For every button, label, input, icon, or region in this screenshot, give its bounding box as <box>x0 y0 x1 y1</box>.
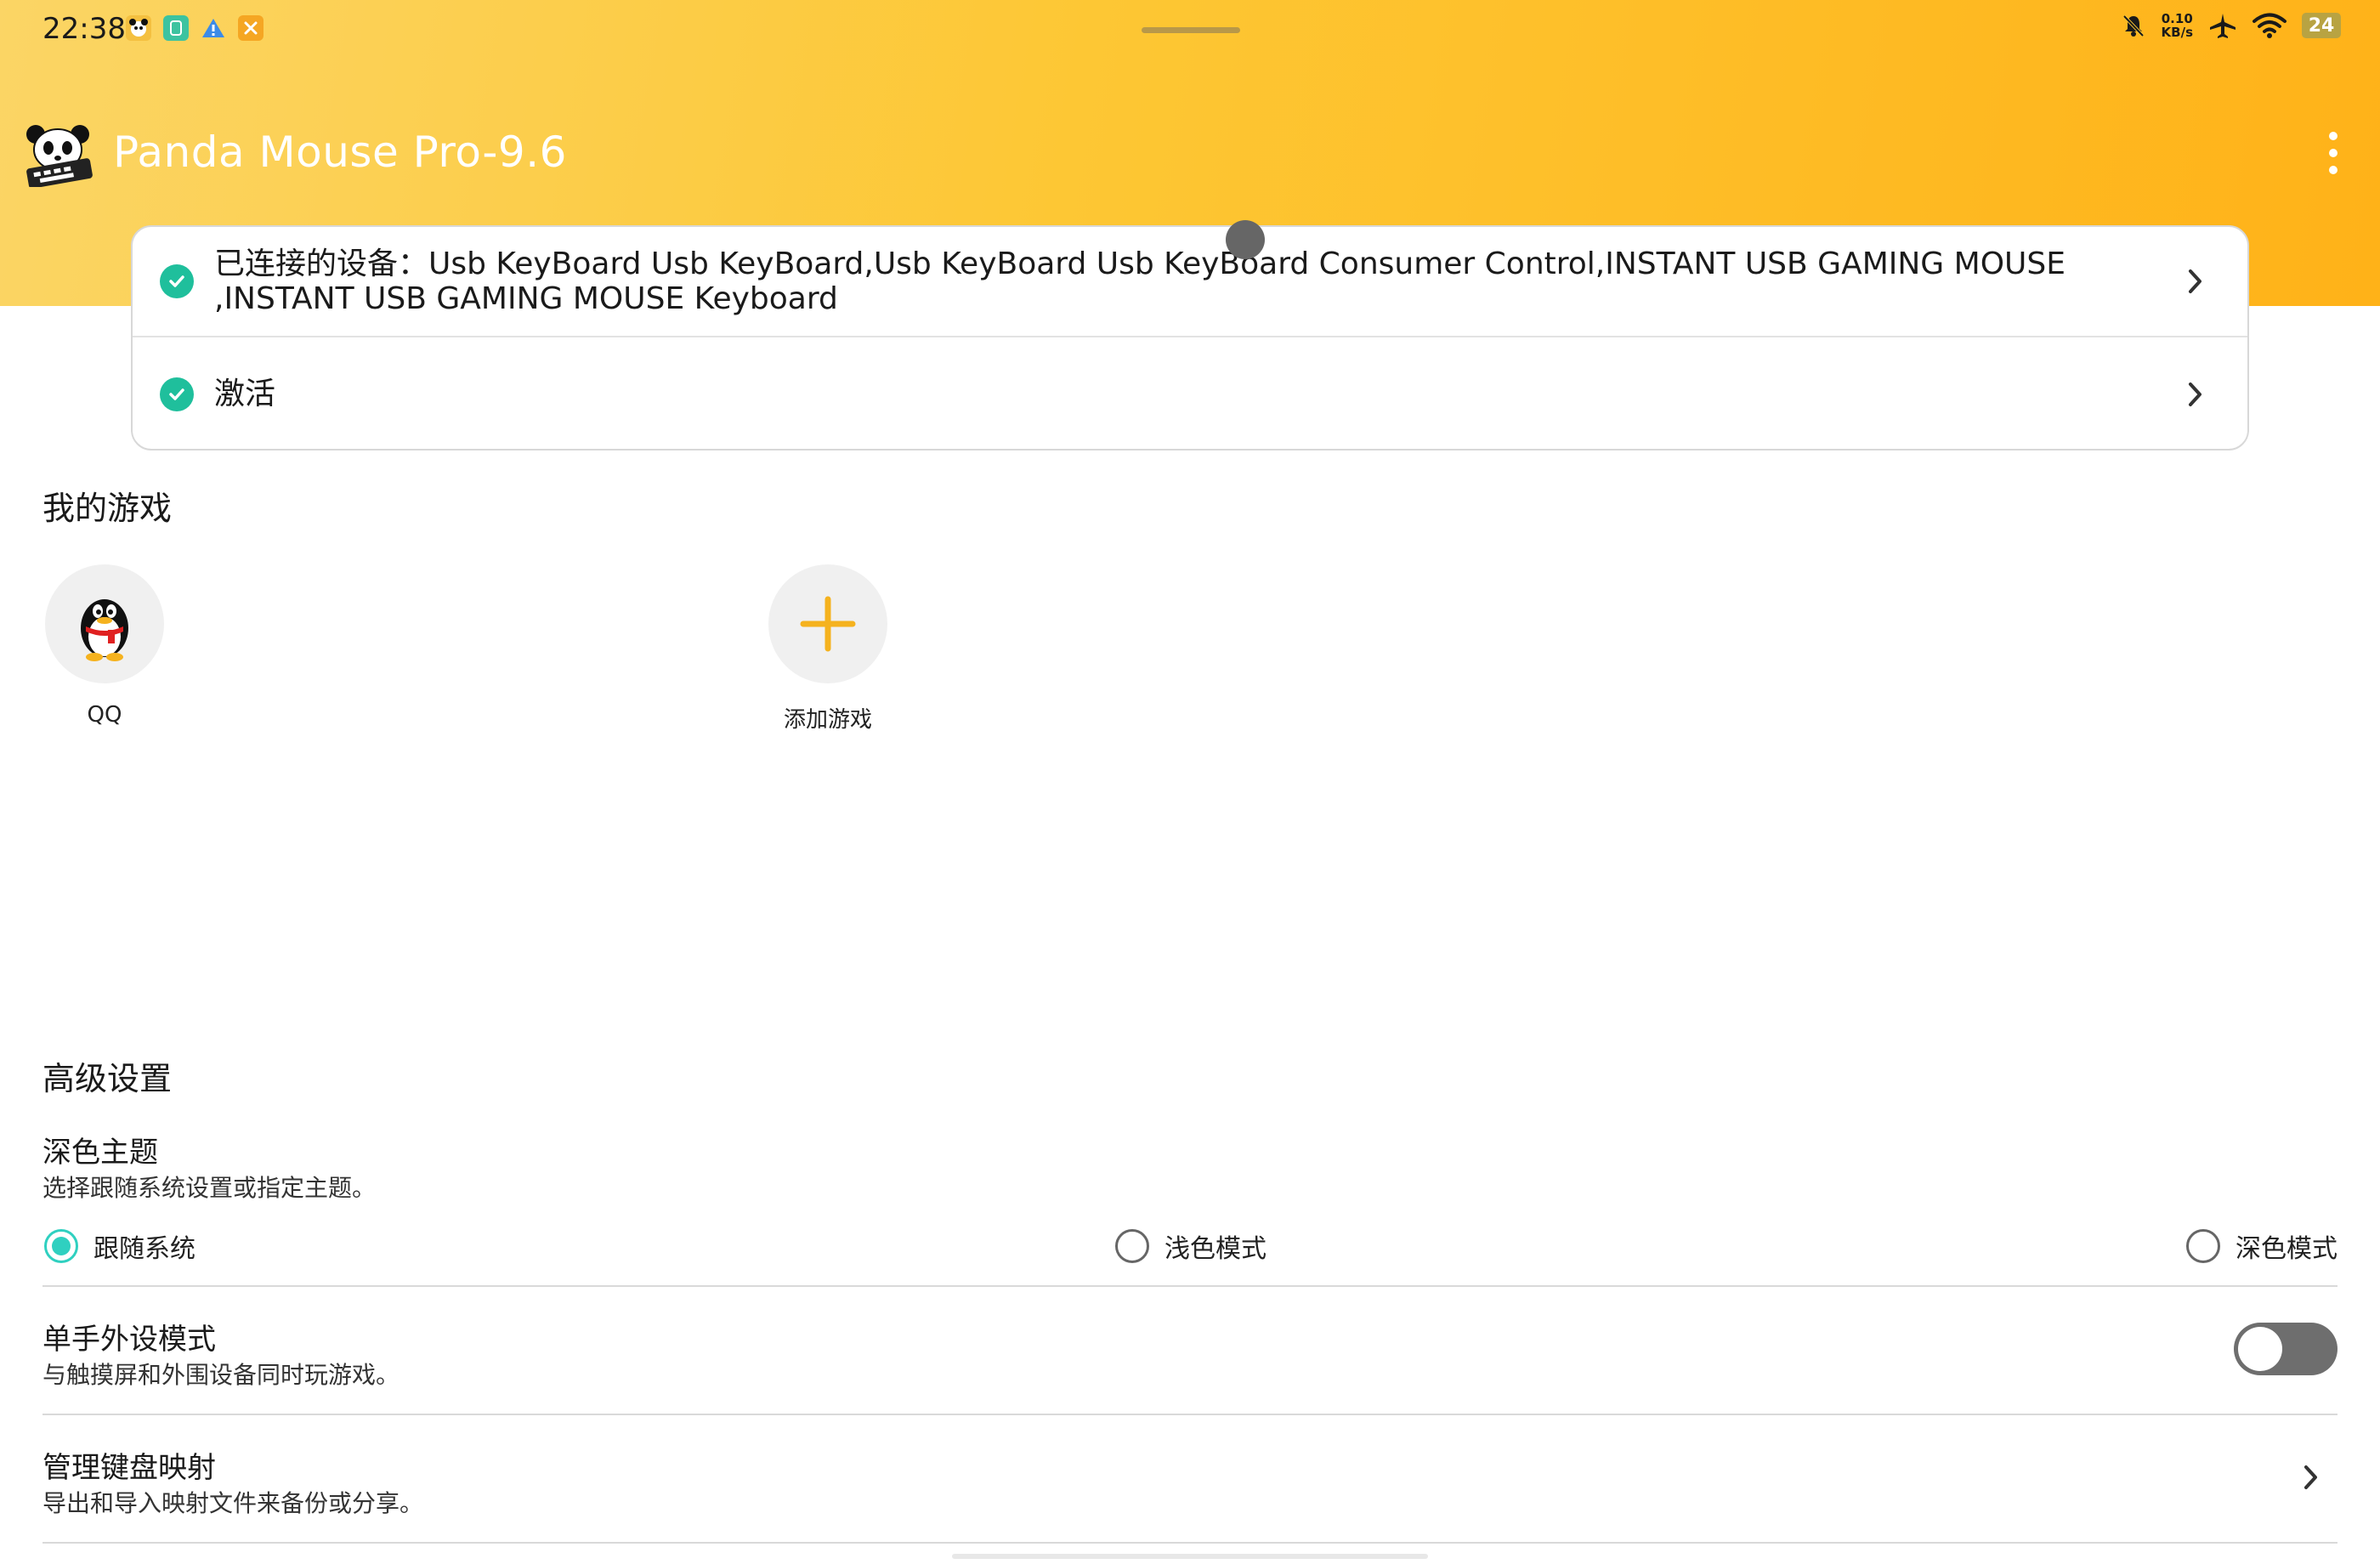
qq-penguin-icon <box>81 599 128 661</box>
battery-icon: 24 <box>2302 13 2341 38</box>
status-time: 22:38 <box>42 12 126 46</box>
status-right-icons: 0.10 KB/s 24 <box>2121 12 2341 39</box>
one-hand-mode-description: 与触摸屏和外围设备同时玩游戏。 <box>42 1361 400 1389</box>
theme-option-follow-system[interactable]: 跟随系统 <box>44 1227 196 1265</box>
network-speed: 0.10 KB/s <box>2162 12 2193 39</box>
connected-devices-text: 已连接的设备：Usb KeyBoard Usb KeyBoard,Usb Key… <box>214 246 2066 316</box>
chevron-right-icon <box>2189 269 2202 293</box>
theme-option-dark[interactable]: 深色模式 <box>2186 1227 2338 1265</box>
theme-option-light[interactable]: 浅色模式 <box>1115 1227 1266 1265</box>
touch-cursor <box>1226 220 1265 259</box>
status-notification-icons <box>126 15 264 41</box>
game-label: 添加游戏 <box>783 707 872 733</box>
manage-keymap-description: 导出和导入映射文件来备份或分享。 <box>42 1489 424 1517</box>
connected-devices-row[interactable]: 已连接的设备：Usb KeyBoard Usb KeyBoard,Usb Key… <box>133 227 2247 337</box>
mute-bell-icon <box>2122 14 2144 37</box>
divider <box>42 1285 2338 1287</box>
net-speed-unit: KB/s <box>2161 25 2193 40</box>
radio-unselected-icon <box>1115 1229 1149 1263</box>
status-bar: 22:38 0.10 KB/s 24 <box>0 0 2380 61</box>
home-indicator <box>952 1554 1428 1559</box>
warning-icon <box>201 15 226 41</box>
advanced-settings-title: 高级设置 <box>42 1060 173 1097</box>
divider <box>42 1414 2338 1415</box>
game-label: QQ <box>87 702 122 728</box>
my-games-title: 我的游戏 <box>42 490 173 527</box>
window-drag-handle[interactable] <box>1142 27 1240 33</box>
manage-keymap-title: 管理键盘映射 <box>42 1451 216 1485</box>
tools-icon <box>238 15 264 41</box>
divider <box>42 1542 2338 1544</box>
wifi-icon <box>2252 13 2286 38</box>
chevron-right-icon <box>2304 1465 2317 1489</box>
device-status-card: 已连接的设备：Usb KeyBoard Usb KeyBoard,Usb Key… <box>131 225 2249 450</box>
net-speed-value: 0.10 <box>2161 11 2193 26</box>
phone-manager-icon <box>163 15 189 41</box>
panda-app-icon <box>126 15 151 41</box>
toggle-knob <box>2238 1327 2282 1371</box>
app-title: Panda Mouse Pro-9.6 <box>113 128 567 177</box>
add-icon <box>800 596 856 652</box>
activation-text: 激活 <box>214 377 276 411</box>
dark-theme-description: 选择跟随系统设置或指定主题。 <box>42 1174 377 1202</box>
theme-option-label: 深色模式 <box>2236 1234 2338 1264</box>
check-circle-icon <box>160 264 194 298</box>
panda-keyboard-logo <box>26 125 93 187</box>
activation-row[interactable]: 激活 <box>133 337 2247 450</box>
game-tile-qq[interactable]: QQ <box>45 564 164 728</box>
chevron-right-icon <box>2189 382 2202 406</box>
check-circle-icon <box>160 377 194 411</box>
dark-theme-title: 深色主题 <box>42 1136 158 1170</box>
airplane-icon <box>2210 14 2236 38</box>
add-game-circle <box>768 564 887 683</box>
one-hand-mode-title: 单手外设模式 <box>42 1323 216 1357</box>
radio-selected-icon <box>44 1229 78 1263</box>
radio-unselected-icon <box>2186 1229 2220 1263</box>
one-hand-mode-toggle[interactable] <box>2234 1323 2338 1375</box>
app-bar: Panda Mouse Pro-9.6 <box>0 110 2380 196</box>
theme-option-label: 浅色模式 <box>1164 1234 1266 1264</box>
more-vertical-icon[interactable] <box>2320 132 2346 174</box>
theme-option-label: 跟随系统 <box>94 1234 196 1264</box>
game-icon-circle <box>45 564 164 683</box>
add-game-button[interactable]: 添加游戏 <box>768 564 887 734</box>
